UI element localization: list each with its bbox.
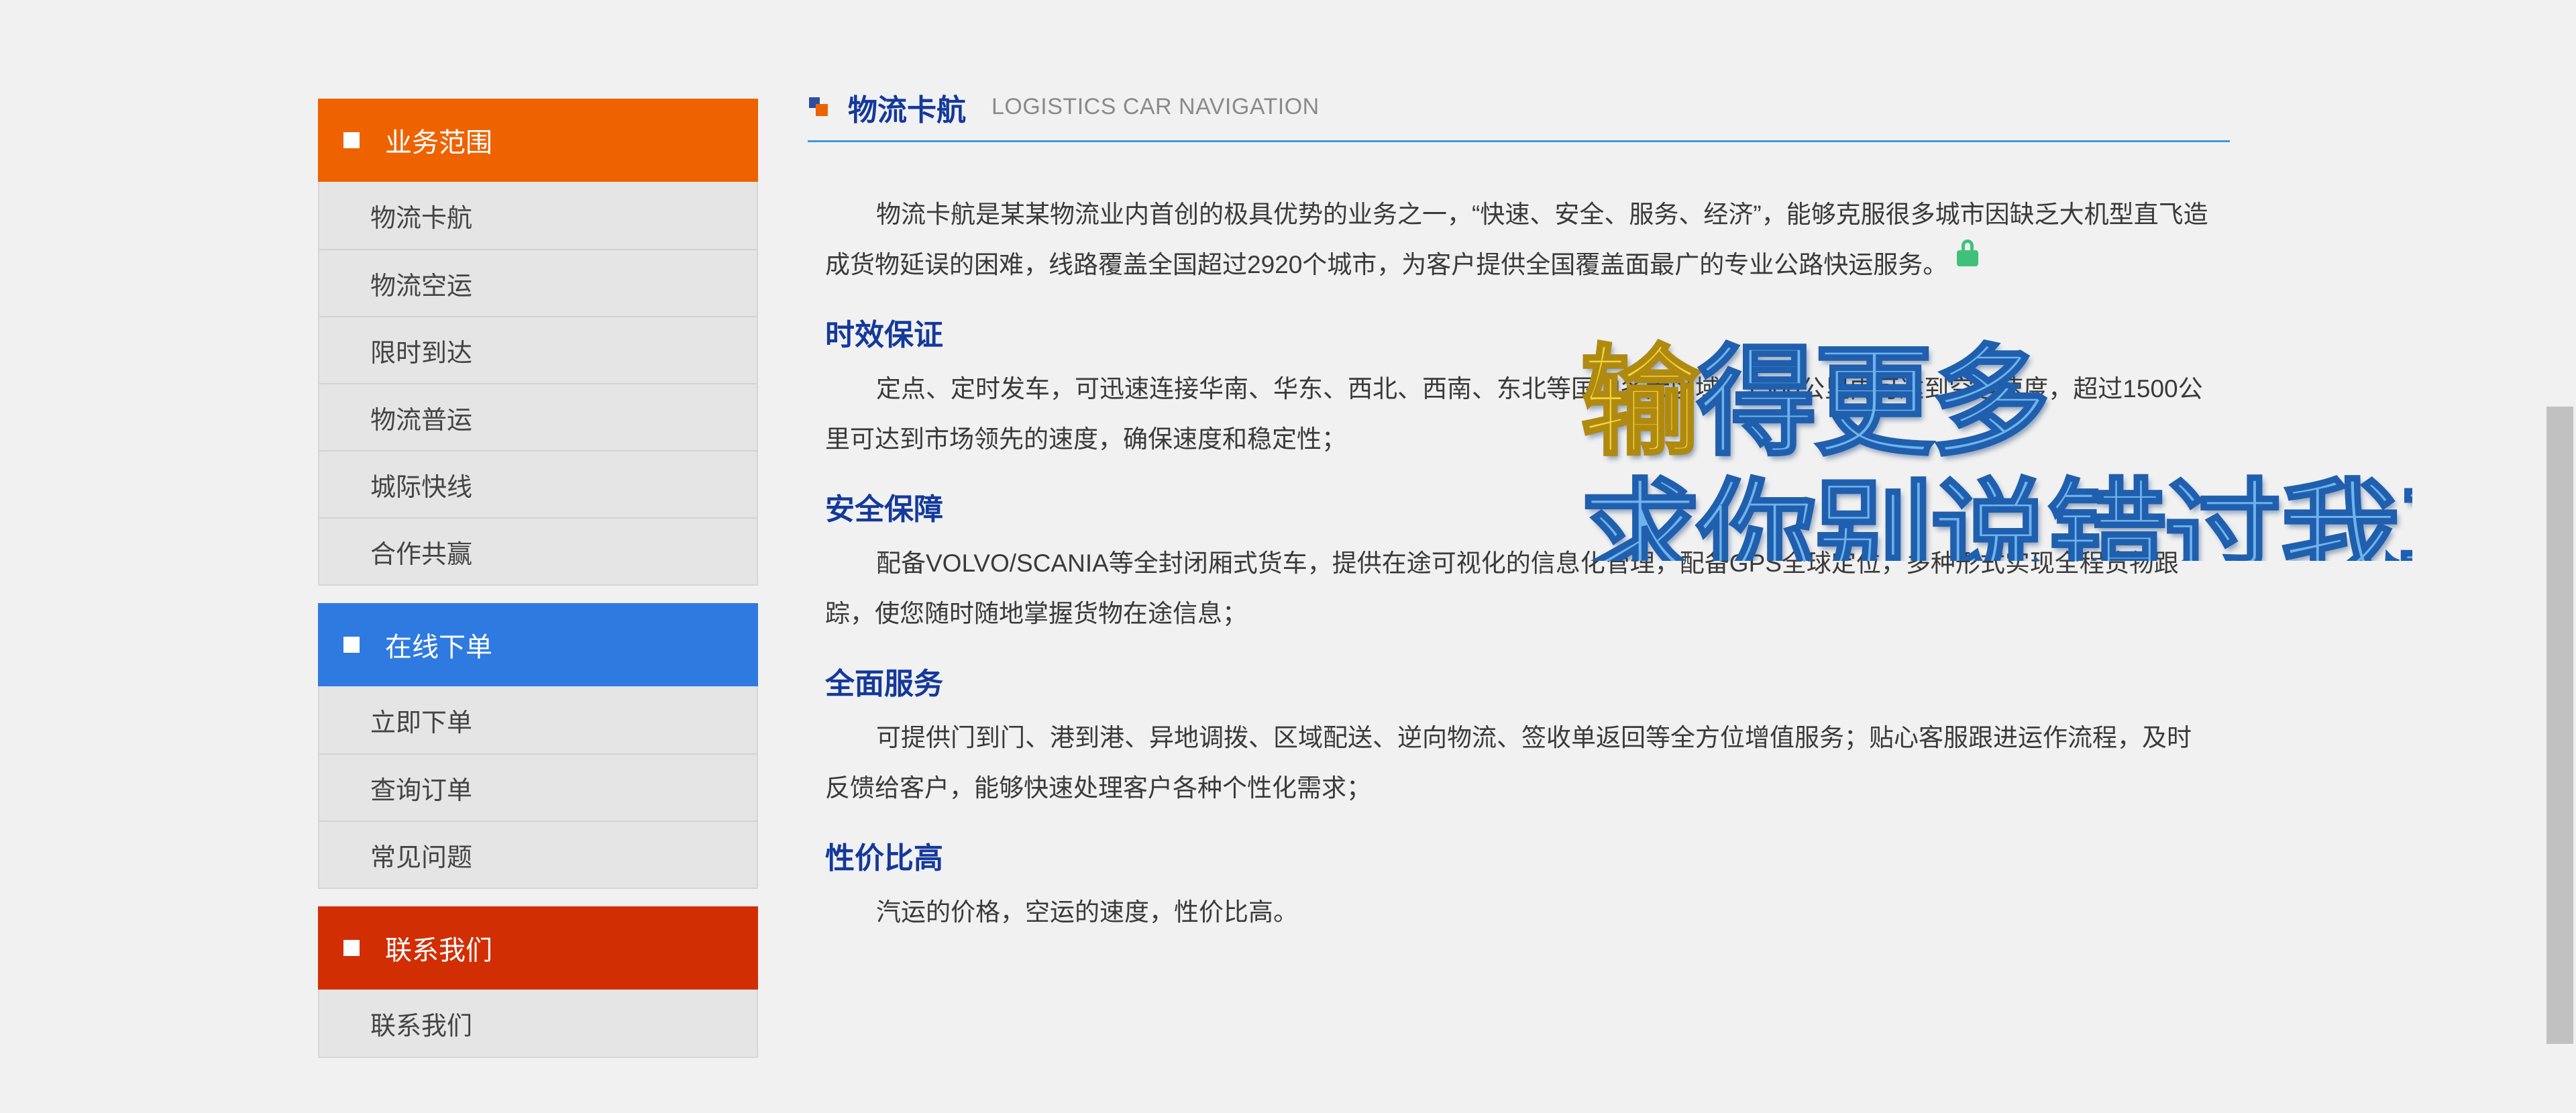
group-head-order[interactable]: 在线下单 xyxy=(318,603,758,686)
bullet-square-icon xyxy=(343,637,360,653)
group-title: 联系我们 xyxy=(385,936,492,965)
intro-paragraph: 物流卡航是某某物流业内首创的极具优势的业务之一，“快速、安全、服务、经济”，能够… xyxy=(825,189,2215,290)
sidebar: 业务范围 物流卡航 物流空运 限时到达 物流普运 城际快线 合作共赢 在线下单 … xyxy=(318,99,758,1075)
sidebar-item[interactable]: 限时到达 xyxy=(319,316,757,383)
page-title-bar: 物流卡航 LOGISTICS CAR NAVIGATION xyxy=(808,74,2230,142)
sidebar-item[interactable]: 合作共赢 xyxy=(319,517,757,584)
lock-icon xyxy=(1957,240,1979,266)
title-square-icon xyxy=(809,97,829,117)
page: 业务范围 物流卡航 物流空运 限时到达 物流普运 城际快线 合作共赢 在线下单 … xyxy=(0,0,2576,1113)
section-heading: 全面服务 xyxy=(825,668,943,700)
sidebar-item[interactable]: 物流卡航 xyxy=(319,182,757,249)
intro-text: 物流卡航是某某物流业内首创的极具优势的业务之一，“快速、安全、服务、经济”，能够… xyxy=(825,201,2208,278)
group-title: 在线下单 xyxy=(385,633,492,662)
group-business: 业务范围 物流卡航 物流空运 限时到达 物流普运 城际快线 合作共赢 xyxy=(318,99,758,586)
group-head-contact[interactable]: 联系我们 xyxy=(318,906,758,990)
sidebar-item[interactable]: 物流普运 xyxy=(319,383,757,450)
overlay-ad[interactable]: 输得更多 求你别说错过我其实 xyxy=(1580,306,2412,561)
sidebar-item[interactable]: 物流空运 xyxy=(319,249,757,316)
sidebar-item[interactable]: 立即下单 xyxy=(319,686,757,753)
group-list: 物流卡航 物流空运 限时到达 物流普运 城际快线 合作共赢 xyxy=(318,182,758,586)
section-text: 汽运的价格，空运的速度，性价比高。 xyxy=(876,898,1298,926)
sidebar-item[interactable]: 常见问题 xyxy=(319,820,757,888)
sidebar-item[interactable]: 查询订单 xyxy=(319,753,757,820)
group-list: 联系我们 xyxy=(318,990,758,1058)
bullet-square-icon xyxy=(343,940,360,956)
section-text: 可提供门到门、港到港、异地调拨、区域配送、逆向物流、签收单返回等全方位增值服务；… xyxy=(825,724,2192,802)
scrollbar-thumb[interactable] xyxy=(2546,407,2573,1044)
group-head-business[interactable]: 业务范围 xyxy=(318,99,758,182)
section-heading: 性价比高 xyxy=(825,842,943,875)
sidebar-item[interactable]: 城际快线 xyxy=(319,450,757,517)
group-list: 立即下单 查询订单 常见问题 xyxy=(318,686,758,889)
group-title: 业务范围 xyxy=(385,128,492,158)
sidebar-item[interactable]: 联系我们 xyxy=(319,990,757,1057)
bullet-square-icon xyxy=(343,132,360,148)
page-title: 物流卡航 xyxy=(848,93,966,127)
overlay-line-2: 求你别说错过我其实 xyxy=(1580,468,2412,561)
group-contact: 联系我们 联系我们 xyxy=(318,906,758,1058)
group-order: 在线下单 立即下单 查询订单 常见问题 xyxy=(318,603,758,889)
scrollbar[interactable] xyxy=(2544,0,2576,1113)
page-subtitle: LOGISTICS CAR NAVIGATION xyxy=(991,94,1320,119)
